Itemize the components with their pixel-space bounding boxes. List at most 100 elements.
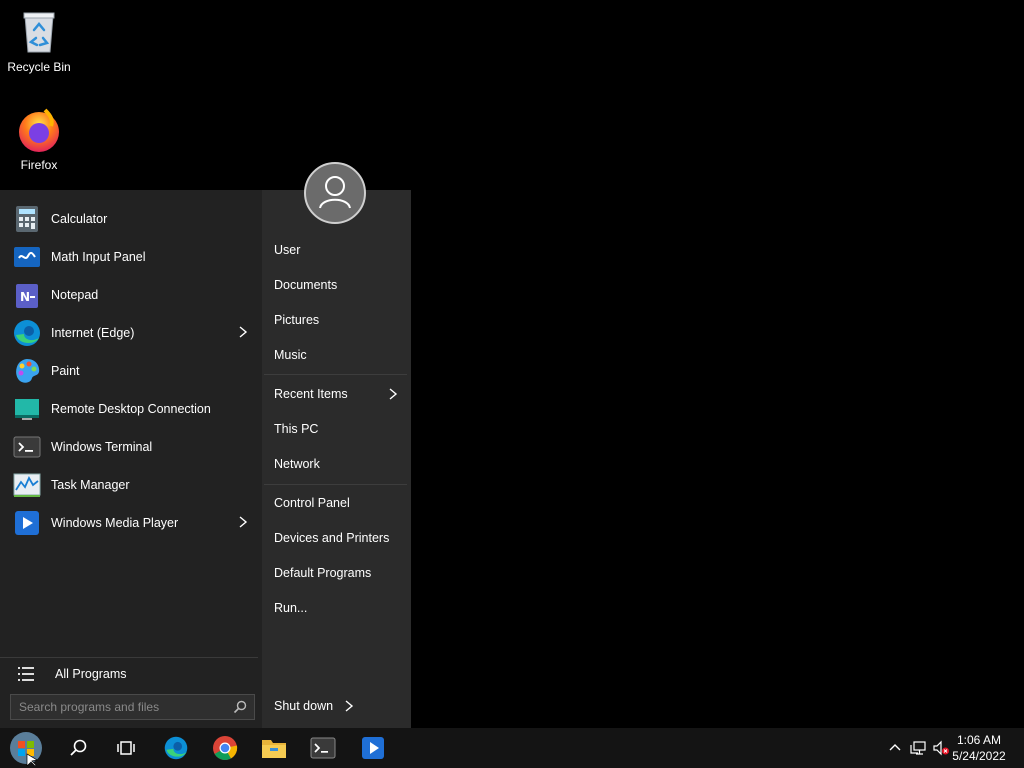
start-menu-links-pane: User Documents Pictures Music Recent Ite…: [262, 162, 411, 728]
link-network[interactable]: Network: [274, 454, 408, 474]
chevron-right-icon: [386, 387, 400, 401]
clock-time: 1:06 AM: [956, 733, 1002, 747]
app-item-windows-terminal[interactable]: Windows Terminal: [0, 428, 262, 466]
link-run[interactable]: Run...: [274, 598, 408, 618]
link-this-pc[interactable]: This PC: [274, 419, 408, 439]
link-label: Pictures: [274, 313, 320, 327]
chevron-right-icon[interactable]: [236, 325, 250, 339]
media-player-icon: [12, 508, 42, 538]
search-box[interactable]: [10, 694, 255, 720]
taskbar-edge-button[interactable]: [156, 732, 196, 764]
link-label: User: [274, 243, 301, 257]
all-programs-button[interactable]: All Programs: [12, 662, 252, 686]
link-music[interactable]: Music: [274, 345, 408, 365]
chevron-right-icon[interactable]: [236, 515, 250, 529]
clock[interactable]: 1:06 AM 5/24/2022: [944, 732, 1014, 764]
link-label: This PC: [274, 422, 319, 436]
app-item-task-manager[interactable]: Task Manager: [0, 466, 262, 504]
taskbar-terminal-button[interactable]: [303, 732, 343, 764]
link-documents[interactable]: Documents: [274, 275, 408, 295]
link-devices-and-printers[interactable]: Devices and Printers: [274, 528, 408, 548]
chevron-up-icon[interactable]: [884, 741, 906, 755]
taskbar-search-button[interactable]: [58, 732, 98, 764]
task-view-button[interactable]: [106, 732, 146, 764]
app-item-paint[interactable]: Paint: [0, 352, 262, 390]
math-input-icon: [12, 242, 42, 272]
app-list: Calculator Math Input Panel N Notepad In…: [0, 200, 262, 542]
link-control-panel[interactable]: Control Panel: [274, 493, 408, 513]
edge-icon: [12, 318, 42, 348]
link-label: Default Programs: [274, 566, 372, 580]
recycle-bin-icon: [15, 8, 63, 56]
app-item-label: Internet (Edge): [51, 326, 135, 340]
clock-date: 5/24/2022: [952, 749, 1006, 763]
shutdown-label: Shut down: [274, 699, 334, 713]
link-recent-items[interactable]: Recent Items: [274, 384, 408, 404]
app-item-calculator[interactable]: Calculator: [0, 200, 262, 238]
desktop-icon-label: Firefox: [20, 158, 58, 172]
firefox-icon: [15, 106, 63, 154]
start-orb-icon: [8, 730, 44, 766]
file-explorer-icon: [261, 736, 287, 760]
search-input[interactable]: [11, 699, 232, 715]
desktop: Recycle Bin Firefox Calculator Math Inpu…: [0, 0, 1024, 768]
app-item-math-input-panel[interactable]: Math Input Panel: [0, 238, 262, 276]
taskbar-chrome-button[interactable]: [205, 732, 245, 764]
app-item-internet-edge[interactable]: Internet (Edge): [0, 314, 262, 352]
svg-text:N: N: [20, 290, 30, 304]
app-item-label: Paint: [51, 364, 80, 378]
search-icon: [68, 738, 88, 758]
taskbar-media-player-button[interactable]: [353, 732, 393, 764]
shutdown-button[interactable]: Shut down: [274, 696, 374, 716]
link-default-programs[interactable]: Default Programs: [274, 563, 408, 583]
notepad-icon: N: [12, 280, 42, 310]
app-item-label: Windows Terminal: [51, 440, 153, 454]
app-item-label: Windows Media Player: [51, 516, 179, 530]
list-icon: [16, 664, 36, 684]
link-label: Devices and Printers: [274, 531, 390, 545]
app-item-label: Remote Desktop Connection: [51, 402, 211, 416]
divider: [264, 484, 407, 485]
app-item-remote-desktop[interactable]: Remote Desktop Connection: [0, 390, 262, 428]
app-item-label: Task Manager: [51, 478, 130, 492]
calculator-icon: [12, 204, 42, 234]
app-item-notepad[interactable]: N Notepad: [0, 276, 262, 314]
task-view-icon: [116, 738, 136, 758]
desktop-icon-label: Recycle Bin: [7, 60, 71, 74]
link-user[interactable]: User: [274, 240, 408, 260]
taskbar-file-explorer-button[interactable]: [254, 732, 294, 764]
start-menu: Calculator Math Input Panel N Notepad In…: [0, 162, 411, 728]
link-label: Run...: [274, 601, 308, 615]
terminal-icon: [12, 432, 42, 462]
task-manager-icon: [12, 470, 42, 500]
link-label: Music: [274, 348, 307, 362]
divider: [0, 657, 258, 658]
taskbar: 1:06 AM 5/24/2022: [0, 728, 1024, 768]
start-menu-app-pane: Calculator Math Input Panel N Notepad In…: [0, 190, 262, 728]
network-icon[interactable]: [906, 740, 930, 756]
link-label: Documents: [274, 278, 338, 292]
remote-desktop-icon: [12, 394, 42, 424]
terminal-icon: [310, 737, 336, 759]
divider: [264, 374, 407, 375]
app-item-windows-media-player[interactable]: Windows Media Player: [0, 504, 262, 542]
chrome-icon: [212, 735, 238, 761]
desktop-icon-firefox[interactable]: Firefox: [0, 106, 78, 172]
app-item-label: Notepad: [51, 288, 99, 302]
app-item-label: Calculator: [51, 212, 108, 226]
app-item-label: Math Input Panel: [51, 250, 146, 264]
start-button[interactable]: [6, 730, 46, 766]
link-pictures[interactable]: Pictures: [274, 310, 408, 330]
user-avatar[interactable]: [304, 162, 366, 224]
edge-icon: [163, 735, 189, 761]
system-tray: [884, 728, 952, 768]
link-label: Network: [274, 457, 320, 471]
desktop-icon-recycle-bin[interactable]: Recycle Bin: [0, 8, 78, 74]
all-programs-label: All Programs: [55, 667, 127, 681]
chevron-right-icon[interactable]: [342, 699, 356, 713]
media-player-icon: [361, 736, 385, 760]
paint-icon: [12, 356, 42, 386]
link-label: Control Panel: [274, 496, 350, 510]
link-label: Recent Items: [274, 387, 348, 401]
search-icon[interactable]: [232, 699, 248, 715]
